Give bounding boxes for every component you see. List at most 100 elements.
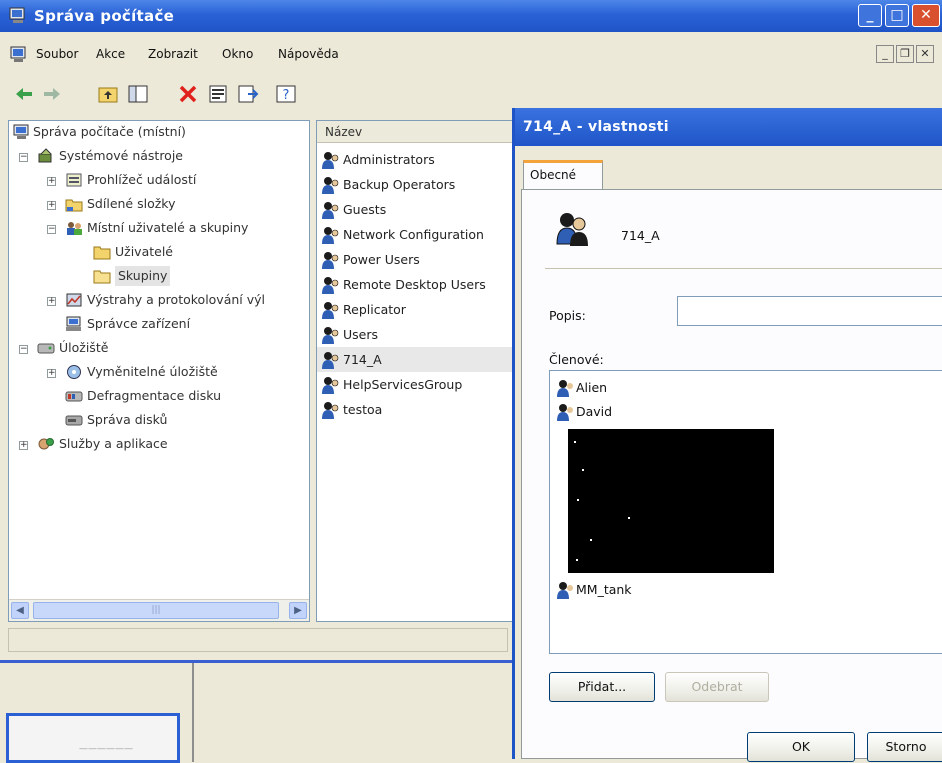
maximize-button[interactable]: □ [885,4,909,27]
tree-item-storage[interactable]: Úložiště [59,338,108,358]
tree-item-event-viewer[interactable]: Prohlížeč událostí [87,170,196,190]
groups-list[interactable]: Název Administrators Backup Operators Gues… [316,120,516,622]
list-item[interactable]: Users [317,322,515,347]
group-name-label: Guests [343,202,387,217]
defrag-icon [65,391,83,402]
list-item[interactable]: 714_A [317,347,515,372]
user-icon [557,380,573,397]
help-icon[interactable]: ? [274,82,298,106]
members-list[interactable]: Alien David MM_tank [549,370,942,654]
back-arrow-icon[interactable] [12,82,36,106]
group-name-label: Administrators [343,152,435,167]
menu-napoveda[interactable]: Nápověda [278,47,339,61]
group-icon [322,352,339,369]
tree-item-services-apps[interactable]: Služby a aplikace [59,434,168,454]
tree-item-defrag[interactable]: Defragmentace disku [87,386,221,406]
expand-icon[interactable]: + [47,177,56,186]
scroll-left-icon[interactable]: ◀ [11,602,29,619]
group-icon [322,152,339,169]
mdi-restore-button[interactable]: ❐ [896,45,914,63]
collapse-icon[interactable]: − [47,225,56,234]
list-item[interactable]: Remote Desktop Users [317,272,515,297]
user-icon [557,404,573,421]
list-item[interactable]: Power Users [317,247,515,272]
disk-management-icon [65,415,83,426]
list-item[interactable]: Network Configuration [317,222,515,247]
expand-icon[interactable]: + [47,201,56,210]
up-one-level-icon[interactable] [96,82,120,106]
device-manager-icon [66,316,81,331]
mdi-close-button[interactable]: ✕ [916,45,934,63]
folder-icon [93,246,111,260]
separator [545,268,942,269]
list-item[interactable]: Guests [317,197,515,222]
group-properties-dialog: 714_A - vlastnosti Obecné 714_A Popis: Č… [512,108,942,762]
redacted-members [568,429,774,573]
group-name-label: Users [343,327,379,342]
tree-item-groups[interactable]: Skupiny [115,266,171,286]
services-icon [38,438,54,450]
background-window-thumbnail[interactable]: —————— [6,713,180,763]
description-input[interactable] [677,296,942,326]
expand-icon[interactable]: + [47,297,56,306]
menu-soubor[interactable]: Soubor [36,47,78,61]
ok-button[interactable]: OK [747,732,855,762]
show-hide-tree-icon[interactable] [126,82,150,106]
cancel-button[interactable]: Storno [867,732,942,762]
group-name-label: HelpServicesGroup [343,377,463,392]
scroll-thumb[interactable]: ||| [33,602,279,619]
tree-item-removable-storage[interactable]: Vyměnitelné úložiště [87,362,218,382]
close-button[interactable]: ✕ [912,4,940,27]
list-item[interactable]: Backup Operators [317,172,515,197]
console-tree[interactable]: Správa počítače (místní) − Systémové nás… [8,120,310,622]
group-name-label: Network Configuration [343,227,484,242]
list-item[interactable]: testoa [317,397,515,422]
storage-icon [37,343,55,354]
properties-icon[interactable] [206,82,230,106]
tab-general[interactable]: Obecné [523,160,603,190]
group-icon [322,277,339,294]
tree-item-root[interactable]: Správa počítače (místní) [33,122,186,142]
group-icon [322,252,339,269]
expand-icon[interactable]: + [47,369,56,378]
remove-button[interactable]: Odebrat [665,672,769,702]
tree-item-users[interactable]: Uživatelé [115,242,173,262]
collapse-icon[interactable]: − [19,345,28,354]
list-item[interactable]: Replicator [317,297,515,322]
column-header-name[interactable]: Název [317,121,515,143]
dialog-title[interactable]: 714_A - vlastnosti [515,108,942,146]
tree-item-device-manager[interactable]: Správce zařízení [87,314,190,334]
menu-okno[interactable]: Okno [222,47,253,61]
tree-item-system-tools[interactable]: Systémové nástroje [59,146,183,166]
group-icon [322,402,339,419]
divider [192,663,194,762]
computer-management-icon [13,124,29,139]
menu-akce[interactable]: Akce [96,47,125,61]
tree-horizontal-scrollbar[interactable]: ◀ ||| ▶ [9,599,309,621]
window-titlebar[interactable]: Správa počítače _ □ ✕ [0,0,942,32]
list-item[interactable]: HelpServicesGroup [317,372,515,397]
event-viewer-icon [66,173,82,187]
scroll-right-icon[interactable]: ▶ [289,602,307,619]
collapse-icon[interactable]: − [19,153,28,162]
mdi-window-icon[interactable] [10,46,28,64]
list-item[interactable]: Administrators [317,147,515,172]
group-name: 714_A [621,228,660,243]
menu-zobrazit[interactable]: Zobrazit [148,47,198,61]
tree-item-local-users-groups[interactable]: Místní uživatelé a skupiny [87,218,248,238]
member-name: MM_tank [576,582,632,597]
mdi-minimize-button[interactable]: _ [876,45,894,63]
tree-item-alerts[interactable]: Výstrahy a protokolování výl [87,290,265,310]
forward-arrow-icon[interactable] [40,82,64,106]
group-name-label: Backup Operators [343,177,456,192]
group-icon [322,327,339,344]
delete-icon[interactable] [176,82,200,106]
members-label: Členové: [549,352,604,367]
toolbar: ? [0,76,942,112]
tree-item-shared-folders[interactable]: Sdílené složky [87,194,175,214]
tree-item-disk-management[interactable]: Správa disků [87,410,167,430]
add-button[interactable]: Přidat... [549,672,655,702]
export-list-icon[interactable] [236,82,260,106]
minimize-button[interactable]: _ [858,4,882,27]
expand-icon[interactable]: + [19,441,28,450]
